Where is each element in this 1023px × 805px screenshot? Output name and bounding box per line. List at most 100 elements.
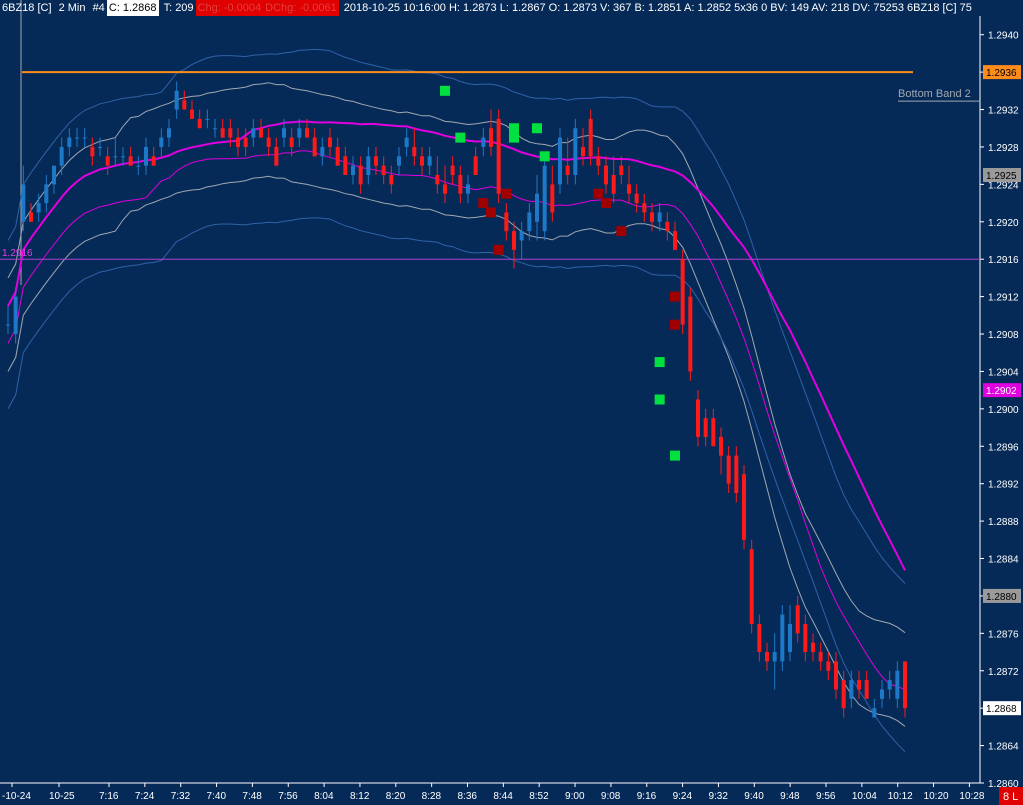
candle-body[interactable] [435, 175, 440, 185]
candle-body[interactable] [397, 156, 401, 166]
candle-body[interactable] [75, 137, 79, 139]
candle-body[interactable] [128, 156, 133, 166]
candle-body[interactable] [627, 184, 631, 194]
candle-body[interactable] [236, 137, 240, 147]
candle-body[interactable] [550, 184, 555, 213]
signal-marker-darkred[interactable] [493, 244, 504, 255]
price-chart[interactable]: 1.2940 1.2936 1.2932 1.2928 1.2924 1.2920 1.29… [0, 0, 1023, 805]
candle-body[interactable] [21, 184, 26, 222]
candle-body[interactable] [144, 146, 148, 166]
signal-marker-green[interactable] [654, 394, 665, 405]
candle-body[interactable] [849, 680, 854, 699]
candle-body[interactable] [121, 156, 125, 158]
candle-body[interactable] [282, 128, 286, 138]
candle-body[interactable] [481, 137, 486, 147]
candle-body[interactable] [167, 128, 171, 138]
candle-body[interactable] [841, 680, 846, 709]
candle-body[interactable] [719, 436, 723, 456]
candle-body[interactable] [274, 146, 279, 166]
candle-body[interactable] [895, 670, 900, 699]
candle-body[interactable] [573, 128, 578, 176]
candle-body[interactable] [634, 193, 639, 204]
signal-marker-darkred[interactable] [501, 188, 512, 199]
candle-body[interactable] [726, 455, 731, 484]
candle-body[interactable] [473, 156, 478, 176]
candle-body[interactable] [289, 137, 294, 147]
candle-body[interactable] [611, 175, 616, 194]
candle-body[interactable] [205, 118, 210, 120]
candle-body[interactable] [213, 128, 217, 130]
candle-body[interactable] [389, 175, 394, 185]
candle-body[interactable] [374, 156, 378, 166]
signal-marker-darkred[interactable] [593, 188, 604, 199]
signal-marker-darkred[interactable] [670, 319, 680, 330]
candle-body[interactable] [458, 175, 463, 194]
signal-marker-green[interactable] [670, 450, 680, 461]
signal-marker-green[interactable] [455, 132, 466, 143]
candle-body[interactable] [266, 137, 271, 147]
candle-body[interactable] [588, 118, 593, 157]
candle-body[interactable] [826, 661, 831, 671]
signal-marker-green[interactable] [440, 85, 450, 96]
candle-body[interactable] [381, 165, 386, 176]
candle-body[interactable] [450, 165, 455, 176]
candle-body[interactable] [466, 184, 470, 194]
candle-body[interactable] [113, 156, 118, 158]
candle-body[interactable] [581, 146, 585, 157]
candle-body[interactable] [335, 146, 340, 166]
signal-marker-green[interactable] [509, 132, 519, 143]
candle-body[interactable] [527, 212, 532, 232]
candle-body[interactable] [504, 212, 509, 232]
candle-body[interactable] [67, 137, 72, 147]
candle-body[interactable] [489, 128, 493, 147]
candle-body[interactable] [857, 680, 861, 690]
candle-body[interactable] [151, 156, 156, 166]
candle-body[interactable] [420, 156, 424, 166]
candle-body[interactable] [650, 212, 654, 222]
candle-body[interactable] [734, 455, 739, 494]
candle-body[interactable] [535, 193, 539, 222]
candle-body[interactable] [788, 623, 792, 653]
signal-marker-darkred[interactable] [486, 207, 496, 218]
candle-body[interactable] [136, 165, 141, 167]
candle-body[interactable] [159, 137, 164, 147]
candle-body[interactable] [803, 623, 808, 653]
candle-body[interactable] [82, 137, 87, 139]
candle-body[interactable] [818, 652, 823, 662]
candle-body[interactable] [711, 418, 716, 447]
signal-marker-darkred[interactable] [616, 226, 627, 237]
candle-body[interactable] [673, 231, 677, 250]
candle-body[interactable] [496, 118, 501, 194]
candle-body[interactable] [182, 100, 187, 110]
candle-body[interactable] [642, 203, 647, 213]
candle-body[interactable] [657, 212, 662, 222]
signal-marker-green[interactable] [539, 151, 550, 162]
candle-body[interactable] [29, 212, 33, 222]
candle-body[interactable] [52, 165, 56, 185]
candle-body[interactable] [795, 605, 800, 634]
candle-body[interactable] [903, 661, 907, 709]
candle-body[interactable] [197, 118, 202, 129]
candle-body[interactable] [44, 184, 49, 204]
candle-body[interactable] [872, 708, 877, 718]
chart-window[interactable]: 1.2940 1.2936 1.2932 1.2928 1.2924 1.2920 1.29… [0, 0, 1023, 805]
candle-body[interactable] [98, 146, 102, 148]
candle-body[interactable] [688, 296, 693, 372]
candle-body[interactable] [780, 614, 785, 662]
signal-marker-green[interactable] [654, 357, 665, 368]
candle-body[interactable] [427, 156, 432, 166]
candle-body[interactable] [312, 137, 317, 157]
candle-body[interactable] [703, 418, 708, 437]
candle-body[interactable] [13, 296, 18, 335]
candle-body[interactable] [696, 399, 700, 437]
candle-body[interactable] [604, 165, 608, 185]
candle-body[interactable] [412, 146, 417, 157]
candle-body[interactable] [542, 165, 547, 232]
candle-body[interactable] [243, 137, 248, 147]
candle-body[interactable] [174, 90, 179, 110]
candle-body[interactable] [366, 156, 371, 176]
candle-body[interactable] [228, 128, 233, 138]
candle-body[interactable] [757, 623, 762, 653]
candle-body[interactable] [680, 259, 685, 325]
candle-body[interactable] [351, 165, 355, 176]
